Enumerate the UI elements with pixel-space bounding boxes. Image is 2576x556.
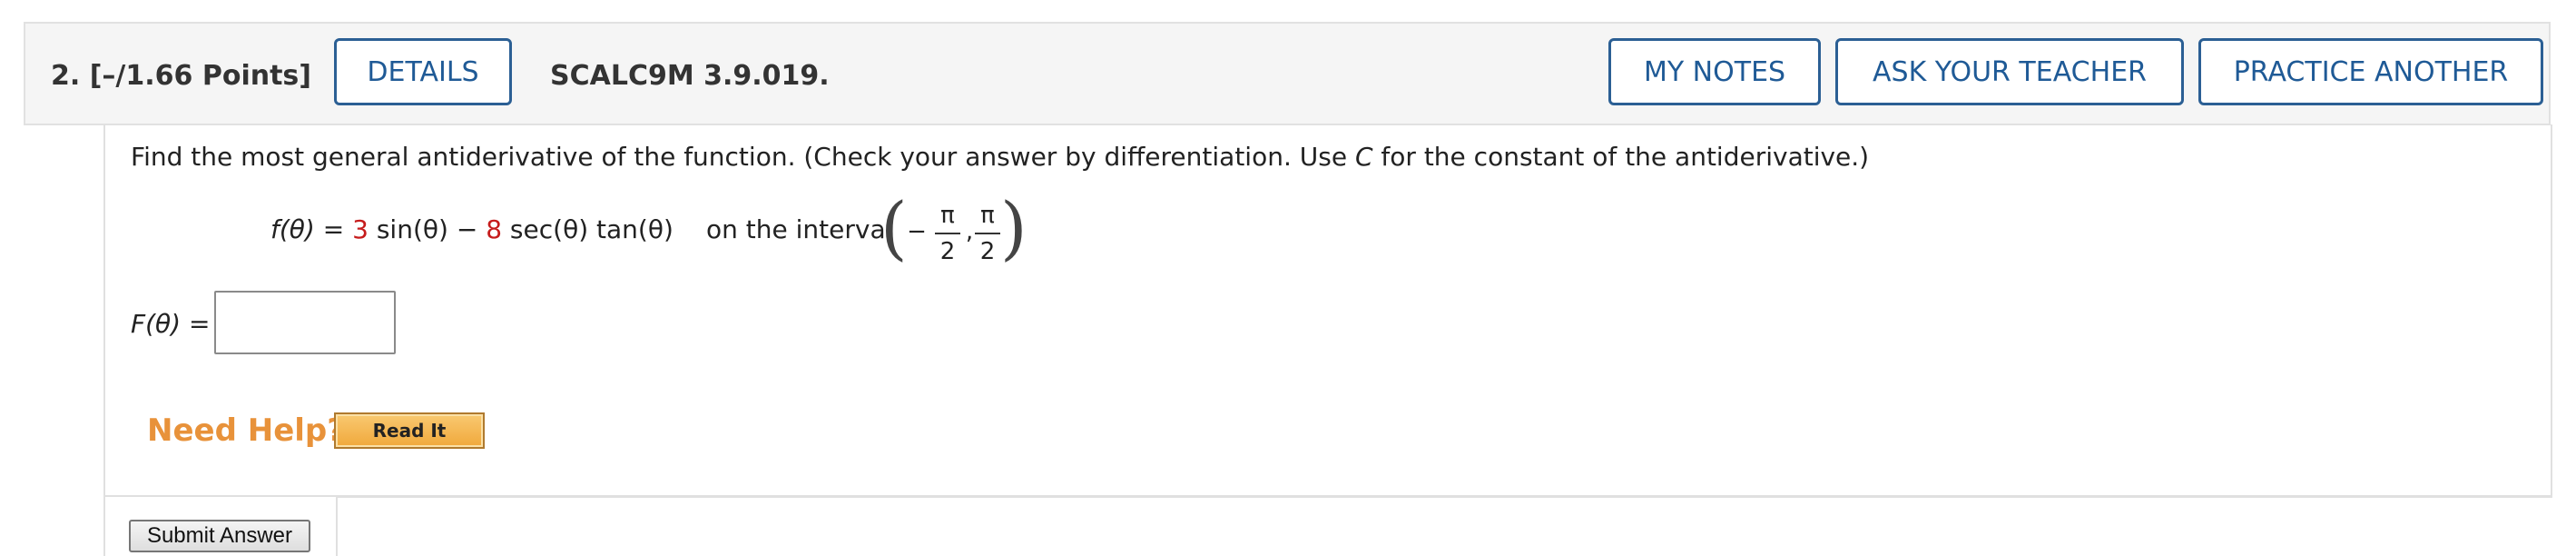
- question-number: 2. [–/1.66 Points]: [51, 60, 311, 92]
- ask-teacher-button[interactable]: ASK YOUR TEACHER: [1835, 38, 2184, 105]
- coefficient-1: 3: [352, 214, 369, 244]
- coefficient-2: 8: [486, 214, 503, 244]
- question-header: 2. [–/1.66 Points] DETAILS SCALC9M 3.9.0…: [24, 22, 2551, 125]
- constant-variable: C: [1354, 142, 1373, 172]
- need-help-label: Need Help?: [147, 412, 345, 449]
- interval-close-paren: ): [1000, 187, 1027, 268]
- interval-left-fraction-bar: [935, 233, 960, 234]
- divider-left: [103, 496, 105, 556]
- function-formula: f(θ) = 3 sin(θ) − 8 sec(θ) tan(θ): [270, 214, 673, 244]
- interval-label: on the interval: [706, 214, 893, 244]
- answer-label: F(θ) =: [131, 309, 211, 339]
- question-instruction: Find the most general antiderivative of …: [131, 142, 1870, 172]
- interval-right-fraction-bar: [975, 233, 1000, 234]
- interval-open-paren: (: [880, 187, 908, 268]
- interval-left-denominator: 2: [939, 238, 956, 265]
- answer-result-area: [336, 496, 2552, 556]
- read-it-button[interactable]: Read It: [334, 412, 485, 449]
- interval-right-denominator: 2: [979, 238, 996, 265]
- divider-right: [336, 496, 338, 556]
- my-notes-button[interactable]: MY NOTES: [1608, 38, 1821, 105]
- answer-input[interactable]: [214, 291, 396, 354]
- practice-another-button[interactable]: PRACTICE ANOTHER: [2198, 38, 2543, 105]
- interval-left-numerator: π: [940, 202, 955, 229]
- interval-right-numerator: π: [980, 202, 995, 229]
- details-button[interactable]: DETAILS: [334, 38, 512, 105]
- question-code: SCALC9M 3.9.019.: [550, 60, 830, 92]
- interval-minus-sign: −: [907, 218, 927, 245]
- submit-answer-button[interactable]: Submit Answer: [129, 520, 310, 552]
